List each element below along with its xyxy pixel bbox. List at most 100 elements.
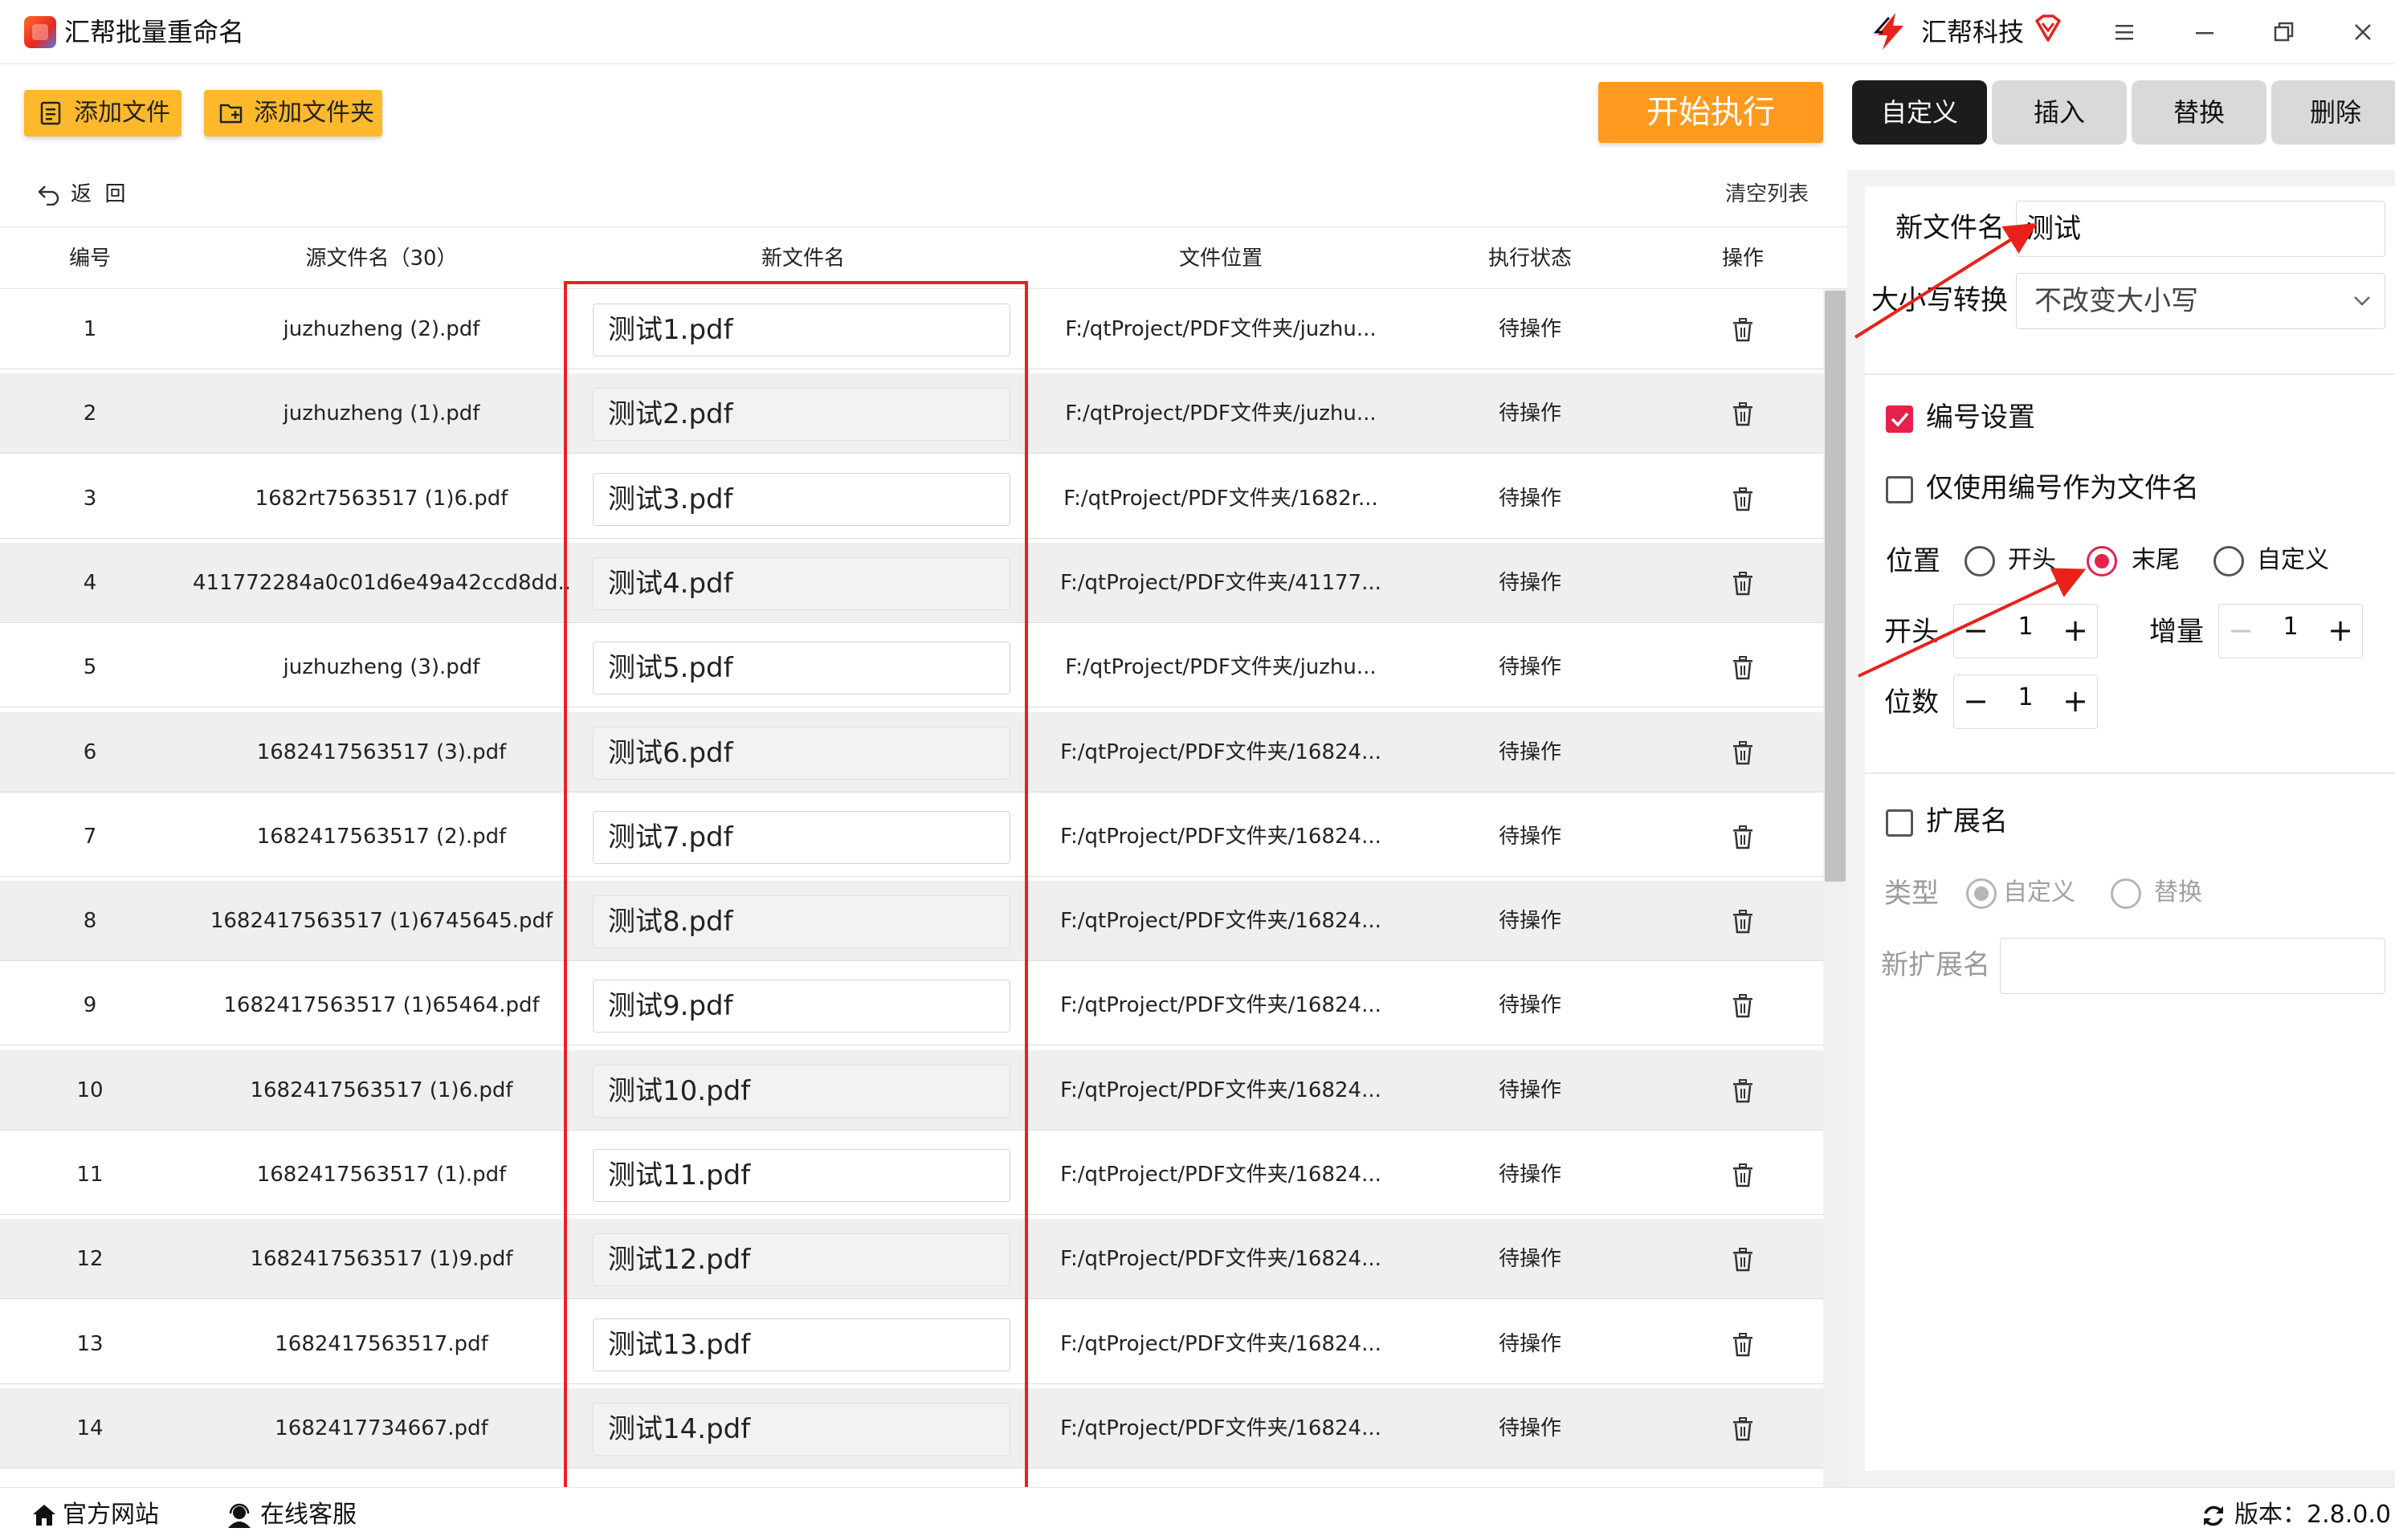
new-file-name-input[interactable]: 测试9.pdf: [593, 980, 1010, 1033]
status-text: 待操作: [1498, 909, 1561, 933]
new-file-name-input[interactable]: 测试1.pdf: [593, 304, 1010, 356]
delete-row-button[interactable]: [1703, 1219, 1783, 1299]
table-row[interactable]: 8 1682417563517 (1)6745645.pdf 测试8.pdf F:/q…: [0, 881, 1823, 961]
new-file-name-input[interactable]: 测试7.pdf: [593, 811, 1010, 864]
digits-increment-button[interactable]: +: [2054, 675, 2097, 728]
online-service-link[interactable]: 在线客服: [225, 1499, 357, 1531]
table-row[interactable]: 9 1682417563517 (1)65464.pdf 测试9.pdf F:/qtP…: [0, 965, 1823, 1045]
extension-label: 扩展名: [1926, 805, 2008, 837]
table-row[interactable]: 7 1682417563517 (2).pdf 测试7.pdf F:/qtProjec…: [0, 796, 1823, 877]
delete-row-button[interactable]: [1703, 1135, 1783, 1215]
new-file-name-input[interactable]: 测试13.pdf: [593, 1318, 1010, 1371]
trash-icon: [1733, 402, 1752, 426]
minimize-icon[interactable]: [2183, 11, 2225, 53]
add-file-button[interactable]: 添加文件: [24, 90, 182, 136]
table-row[interactable]: 3 1682rt7563517 (1)6.pdf 测试3.pdf F:/qtProje…: [0, 458, 1823, 539]
close-icon[interactable]: [2342, 11, 2384, 53]
numbering-checkbox[interactable]: [1886, 405, 1913, 433]
table-row[interactable]: 13 1682417563517.pdf 测试13.pdf F:/qtProject/…: [0, 1304, 1823, 1384]
start-button[interactable]: 开始执行: [1598, 82, 1823, 143]
type-custom-radio[interactable]: [1966, 878, 1997, 909]
add-file-label: 添加文件: [74, 99, 170, 127]
case-select[interactable]: 不改变大小写: [2016, 273, 2385, 329]
vip-diamond-icon[interactable]: [2032, 13, 2064, 45]
trash-icon: [1733, 1079, 1752, 1103]
position-start-radio[interactable]: [1965, 546, 1995, 576]
table-row[interactable]: 14 1682417734667.pdf 测试14.pdf F:/qtProject/…: [0, 1388, 1823, 1469]
source-file-name: 1682417993517 (1).pdf: [193, 1473, 570, 1487]
new-file-name-input[interactable]: 测试3.pdf: [593, 473, 1010, 526]
start-increment-button[interactable]: +: [2054, 605, 2097, 658]
tab-insert[interactable]: 插入: [1992, 80, 2127, 145]
start-number-value[interactable]: 1: [1997, 605, 2054, 658]
increment-increment-button[interactable]: +: [2319, 605, 2362, 658]
table-row[interactable]: 1 juzhuzheng (2).pdf 测试1.pdf F:/qtProject/P…: [0, 289, 1823, 369]
position-custom-radio[interactable]: [2213, 546, 2244, 576]
table-row[interactable]: 5 juzhuzheng (3).pdf 测试5.pdf F:/qtProject/P…: [0, 627, 1823, 707]
start-decrement-button[interactable]: −: [1954, 605, 1997, 658]
increment-value[interactable]: 1: [2262, 605, 2319, 658]
new-file-name-input[interactable]: 测试14.pdf: [593, 1403, 1010, 1456]
status-text: 待操作: [1498, 317, 1561, 341]
delete-row-button[interactable]: [1703, 543, 1783, 623]
tab-delete[interactable]: 删除: [2271, 80, 2395, 145]
file-list-icon: [40, 101, 61, 125]
case-label: 大小写转换: [1871, 284, 2008, 316]
row-number: 3: [83, 487, 97, 511]
trash-icon: [1733, 656, 1752, 680]
scrollbar-thumb[interactable]: [1825, 291, 1846, 882]
tab-replace[interactable]: 替换: [2132, 80, 2266, 145]
delete-row-button[interactable]: [1703, 1304, 1783, 1384]
delete-row-button[interactable]: [1703, 796, 1783, 877]
home-icon: [33, 1505, 55, 1526]
digits-stepper: − 1 +: [1953, 674, 2098, 729]
increment-decrement-button[interactable]: −: [2219, 605, 2262, 658]
official-site-link[interactable]: 官方网站: [31, 1499, 159, 1531]
new-file-name-input[interactable]: 测试5.pdf: [593, 642, 1010, 695]
new-name-input[interactable]: 测试: [2016, 201, 2385, 257]
delete-row-button[interactable]: [1703, 458, 1783, 539]
version-info[interactable]: 版本：2.8.0.0: [2201, 1499, 2391, 1531]
table-row[interactable]: 12 1682417563517 (1)9.pdf 测试12.pdf F:/qtPro…: [0, 1219, 1823, 1299]
only-number-checkbox[interactable]: [1886, 476, 1913, 503]
new-file-name-input[interactable]: 测试6.pdf: [593, 727, 1010, 780]
table-row[interactable]: 4 411772284a0c01d6e49a42ccd8dd... 测试4.pdf F…: [0, 543, 1823, 623]
delete-row-button[interactable]: [1703, 1388, 1783, 1469]
delete-row-button[interactable]: [1703, 881, 1783, 961]
position-end-radio[interactable]: [2087, 546, 2117, 576]
delete-row-button[interactable]: [1703, 1050, 1783, 1131]
new-file-name-input[interactable]: 测试11.pdf: [593, 1149, 1010, 1202]
clear-list-button[interactable]: 清空列表: [1725, 178, 1809, 210]
new-file-name-input[interactable]: 测试8.pdf: [593, 895, 1010, 948]
source-file-name: 1682417563517 (1)6745645.pdf: [210, 909, 553, 933]
table-row[interactable]: 2 juzhuzheng (1).pdf 测试2.pdf F:/qtProject/P…: [0, 373, 1823, 454]
delete-row-button[interactable]: [1703, 712, 1783, 792]
restore-icon[interactable]: [2263, 11, 2305, 53]
table-row[interactable]: 6 1682417563517 (3).pdf 测试6.pdf F:/qtProjec…: [0, 712, 1823, 792]
digits-value[interactable]: 1: [1997, 675, 2054, 728]
delete-row-button[interactable]: [1703, 965, 1783, 1045]
new-file-name-input[interactable]: 测试10.pdf: [593, 1065, 1010, 1118]
trash-icon: [1733, 1417, 1752, 1441]
delete-row-button[interactable]: [1703, 1473, 1783, 1487]
header-no: 编号: [68, 246, 111, 271]
digits-decrement-button[interactable]: −: [1954, 675, 1997, 728]
new-extension-input[interactable]: [2000, 938, 2385, 994]
delete-row-button[interactable]: [1703, 289, 1783, 369]
new-file-name-input[interactable]: 测试4.pdf: [593, 557, 1010, 610]
new-file-name-input[interactable]: 测试2.pdf: [593, 388, 1010, 441]
table-row[interactable]: 10 1682417563517 (1)6.pdf 测试10.pdf F:/qtPro…: [0, 1050, 1823, 1131]
add-folder-button[interactable]: 添加文件夹: [204, 90, 382, 136]
type-replace-radio[interactable]: [2111, 878, 2141, 909]
row-number: 11: [76, 1163, 104, 1187]
delete-row-button[interactable]: [1703, 627, 1783, 707]
extension-checkbox[interactable]: [1886, 809, 1913, 837]
new-file-name-input[interactable]: 测试12.pdf: [593, 1233, 1010, 1286]
status-text: 待操作: [1498, 1332, 1561, 1356]
table-row[interactable]: 11 1682417563517 (1).pdf 测试11.pdf F:/qtProj…: [0, 1135, 1823, 1215]
back-button[interactable]: 返 回: [37, 178, 126, 210]
menu-icon[interactable]: [2103, 11, 2144, 53]
delete-row-button[interactable]: [1703, 373, 1783, 454]
table-row[interactable]: 151682417993517 (1).pdf测试15.pdfF:/qtProj…: [0, 1473, 1823, 1487]
tab-custom[interactable]: 自定义: [1852, 80, 1987, 145]
